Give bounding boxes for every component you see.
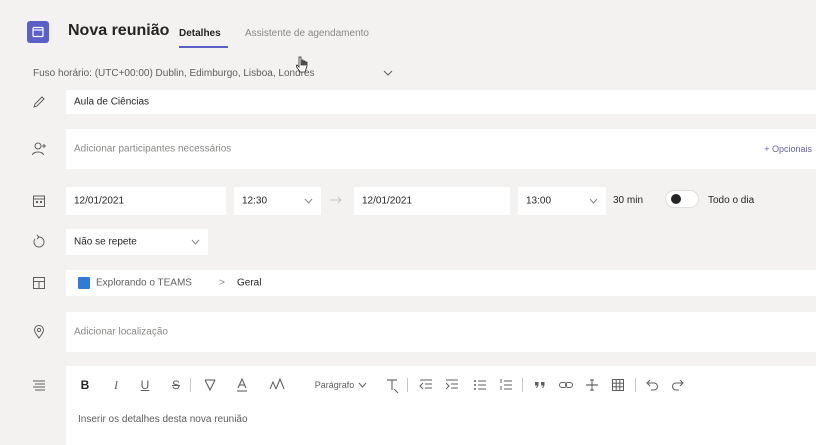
horizontal-rule-icon[interactable] (584, 376, 600, 394)
calendar-icon (33, 195, 45, 207)
highlight-icon[interactable] (202, 376, 218, 394)
attendees-input[interactable]: Adicionar participantes necessários + Op… (66, 129, 816, 169)
chevron-down-icon (304, 198, 313, 204)
details-placeholder: Inserir os detalhes desta nova reunião (78, 414, 248, 425)
start-time-picker[interactable]: 12:30 (234, 187, 321, 215)
numbered-list-icon[interactable] (498, 376, 514, 394)
repeat-icon (33, 234, 45, 248)
redo-icon[interactable] (670, 376, 686, 394)
all-day-toggle[interactable] (665, 190, 699, 208)
italic-button[interactable]: I (109, 376, 123, 394)
clear-formatting-icon[interactable] (384, 376, 400, 394)
bold-button[interactable]: B (78, 376, 92, 394)
all-day-label: Todo o dia (708, 195, 755, 206)
toggle-knob (671, 194, 681, 204)
meeting-title-input[interactable]: Aula de Ciências (66, 90, 816, 114)
end-date-value: 12/01/2021 (362, 195, 413, 207)
channel-team-name: Explorando o TEAMS (96, 277, 192, 289)
location-input[interactable]: Adicionar localização (66, 312, 816, 352)
end-date-picker[interactable]: 12/01/2021 (354, 187, 510, 215)
chevron-down-icon (589, 198, 598, 204)
channel-separator: > (219, 277, 225, 289)
location-placeholder: Adicionar localização (74, 326, 168, 338)
font-size-icon[interactable] (268, 376, 286, 394)
channel-grid-icon (33, 277, 45, 289)
underline-button[interactable]: U (138, 376, 152, 394)
team-avatar-icon (78, 277, 90, 289)
text-lines-icon (33, 380, 45, 391)
calendar-app-icon (27, 21, 49, 43)
meeting-header: Nova reunião Detalhes Assistente de agen… (0, 0, 816, 62)
active-tab-indicator (179, 46, 228, 48)
meeting-details-editor[interactable]: B I U S Parágrafo Inserir os detalhes de… (66, 366, 816, 445)
chevron-down-icon (358, 382, 367, 388)
pencil-icon (33, 96, 45, 108)
paragraph-style-dropdown[interactable]: Parágrafo (308, 376, 374, 394)
attendees-placeholder: Adicionar participantes necessários (74, 143, 232, 155)
start-time-value: 12:30 (242, 195, 268, 207)
toolbar-divider (190, 378, 191, 392)
font-color-icon[interactable] (234, 376, 250, 394)
bulleted-list-icon[interactable] (472, 376, 488, 394)
add-person-icon (32, 142, 46, 156)
channel-name: Geral (237, 277, 262, 289)
quote-icon[interactable] (532, 376, 548, 394)
duration-label: 30 min (613, 195, 644, 206)
strikethrough-button[interactable]: S (169, 376, 183, 394)
repeat-value: Não se repete (74, 236, 137, 248)
channel-selector[interactable]: Explorando o TEAMS > Geral (66, 270, 816, 296)
start-date-value: 12/01/2021 (74, 195, 125, 207)
chevron-down-icon[interactable] (383, 69, 393, 77)
optional-attendees-link[interactable]: + Opcionais (764, 144, 812, 154)
timezone-selector[interactable]: Fuso horário: (UTC+00:00) Dublin, Edimbu… (33, 68, 315, 79)
end-time-picker[interactable]: 13:00 (518, 187, 606, 215)
decrease-indent-icon[interactable] (418, 376, 434, 394)
arrow-right-icon (330, 196, 342, 204)
meeting-title-value: Aula de Ciências (74, 96, 150, 108)
toolbar-divider (407, 378, 408, 392)
link-icon[interactable] (558, 376, 574, 394)
location-pin-icon (33, 325, 45, 339)
paragraph-style-label: Parágrafo (314, 380, 355, 390)
increase-indent-icon[interactable] (444, 376, 460, 394)
chevron-down-icon (191, 239, 200, 245)
start-date-picker[interactable]: 12/01/2021 (66, 187, 226, 215)
tab-scheduling-assistant[interactable]: Assistente de agendamento (245, 28, 369, 39)
tab-details[interactable]: Detalhes (179, 28, 221, 39)
toolbar-divider (635, 378, 636, 392)
toolbar-divider (522, 378, 523, 392)
repeat-dropdown[interactable]: Não se repete (66, 229, 208, 255)
mouse-pointer-icon (296, 56, 308, 73)
formatting-toolbar: B I U S Parágrafo (66, 374, 816, 396)
end-time-value: 13:00 (526, 195, 552, 207)
page-title: Nova reunião (68, 22, 170, 39)
table-icon[interactable] (610, 376, 626, 394)
undo-icon[interactable] (644, 376, 660, 394)
